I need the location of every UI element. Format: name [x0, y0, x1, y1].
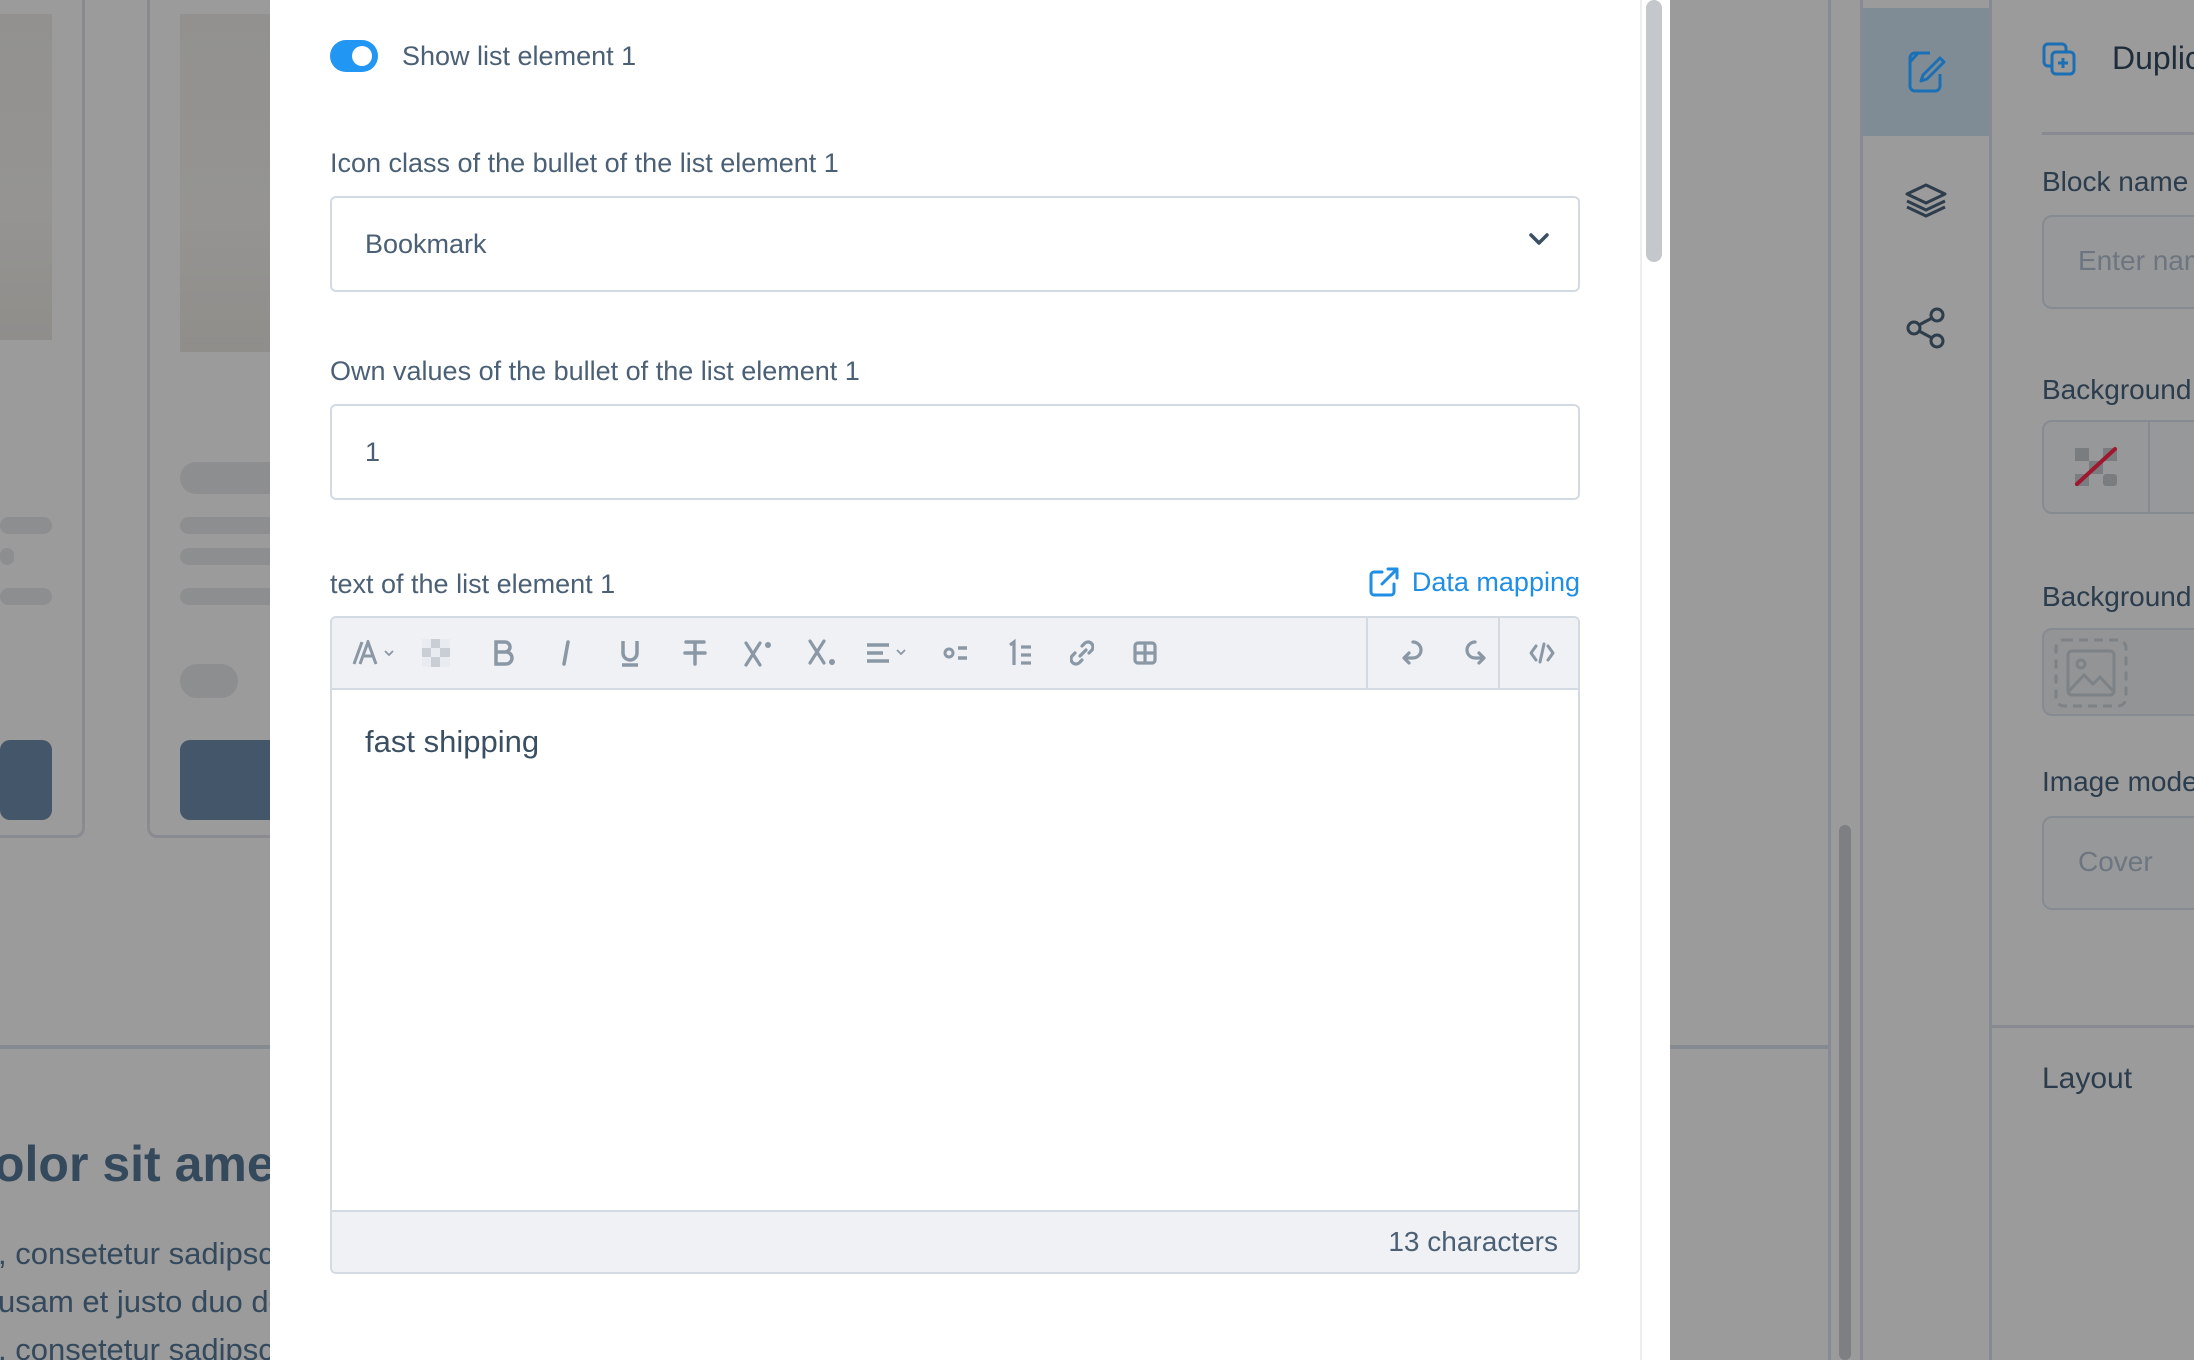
align-icon: [867, 643, 906, 663]
link-icon: [1070, 640, 1094, 666]
table-icon: [1133, 641, 1157, 665]
editor-status-bar: 13 characters: [332, 1210, 1578, 1272]
divider: [2042, 132, 2194, 135]
editor-content-area[interactable]: fast shipping: [332, 690, 1578, 1210]
font-size-icon: [352, 640, 394, 665]
layers-icon: [1905, 183, 1947, 218]
data-mapping-label: Data mapping: [1411, 566, 1580, 597]
superscript-button[interactable]: [736, 618, 780, 688]
underline-icon: [621, 641, 639, 667]
background-color-picker[interactable]: [2042, 420, 2194, 514]
image-placeholder-icon: [2054, 638, 2128, 708]
section-heading: olor sit ame: [0, 1136, 275, 1192]
canvas-scrollbar[interactable]: [1839, 825, 1851, 1360]
subscript-button[interactable]: [800, 618, 844, 688]
list-element-settings-modal: Show list element 1 Icon class of the bu…: [270, 0, 1670, 1360]
share-icon: [1906, 307, 1945, 349]
source-code-button[interactable]: [1520, 618, 1564, 688]
rich-text-editor: fast shipping 13 characters: [330, 616, 1580, 1274]
duplicate-label: Duplic: [2112, 40, 2194, 76]
strikethrough-icon: [683, 640, 707, 666]
product-card-button: [0, 740, 52, 820]
redo-button[interactable]: [1456, 618, 1496, 688]
bold-icon: [494, 640, 514, 666]
modal-scroll-track: [1640, 0, 1642, 1360]
align-button[interactable]: [862, 618, 918, 688]
image-mode-value: Cover: [2078, 846, 2153, 877]
font-size-button[interactable]: [350, 618, 406, 688]
placeholder-line: [0, 517, 52, 534]
placeholder-line: [180, 664, 238, 698]
numbered-list-icon: [1009, 639, 1031, 665]
own-values-value: 1: [365, 436, 381, 467]
duplicate-icon: [2042, 42, 2076, 75]
placeholder-line: [0, 588, 52, 605]
divider: [1992, 1025, 2194, 1028]
numbered-list-button[interactable]: [1000, 618, 1040, 688]
icon-class-value: Bookmark: [365, 228, 487, 259]
bullet-list-button[interactable]: [936, 618, 976, 688]
rail-item-edit[interactable]: [1863, 8, 1989, 136]
placeholder-line: [0, 548, 14, 565]
rail-item-share[interactable]: [1863, 264, 1989, 392]
properties-panel: Duplic Block name Enter nam Background c…: [1992, 0, 2194, 1360]
layout-section-title[interactable]: Layout: [2042, 1062, 2132, 1096]
toolbar-divider: [1366, 618, 1368, 688]
editor-paragraph: fast shipping: [365, 724, 540, 759]
italic-icon: [562, 640, 570, 666]
highlight-icon: [422, 639, 450, 667]
character-count: 13 characters: [1388, 1226, 1558, 1257]
icon-class-label: Icon class of the bullet of the list ele…: [330, 148, 839, 178]
block-name-input[interactable]: Enter nam: [2042, 215, 2194, 309]
table-button[interactable]: [1125, 618, 1165, 688]
strikethrough-button[interactable]: [675, 618, 715, 688]
bullet-list-icon: [943, 646, 967, 660]
canvas-border: [1828, 0, 1831, 1360]
image-mode-select[interactable]: Cover: [2042, 816, 2194, 910]
icon-class-select[interactable]: Bookmark: [330, 196, 1580, 292]
sidebar-rail: [1860, 0, 1992, 1360]
bold-button[interactable]: [484, 618, 524, 688]
toolbar-divider: [1498, 618, 1500, 688]
background-color-label: Background c: [2042, 374, 2194, 405]
underline-button[interactable]: [610, 618, 650, 688]
superscript-icon: [744, 641, 771, 667]
show-list-element-label: Show list element 1: [402, 40, 637, 71]
background-image-label: Background i: [2042, 581, 2194, 612]
own-values-input[interactable]: 1: [330, 404, 1580, 500]
section-text-line: , consetetur sadipsci: [0, 1332, 281, 1360]
no-color-icon: [2075, 447, 2117, 486]
highlight-button[interactable]: [418, 618, 454, 688]
link-button[interactable]: [1062, 618, 1102, 688]
undo-button[interactable]: [1392, 618, 1432, 688]
no-color-swatch[interactable]: [2044, 422, 2150, 512]
product-image: [0, 14, 52, 340]
subscript-icon: [808, 639, 835, 665]
block-name-placeholder: Enter nam: [2078, 245, 2194, 276]
data-mapping-link[interactable]: Data mapping: [1368, 566, 1580, 598]
rail-item-layers[interactable]: [1863, 136, 1989, 264]
chevron-down-icon: [1529, 233, 1549, 245]
modal-scrollbar[interactable]: [1646, 0, 1662, 262]
source-code-icon: [1529, 642, 1555, 664]
redo-icon: [1465, 640, 1486, 665]
external-link-icon: [1369, 567, 1399, 597]
show-list-element-row: Show list element 1: [330, 40, 636, 72]
editor-toolbar: [332, 618, 1578, 690]
own-values-label: Own values of the bullet of the list ele…: [330, 356, 860, 386]
show-list-element-toggle[interactable]: [330, 40, 378, 72]
list-text-label: text of the list element 1: [330, 569, 616, 599]
section-text-line: usam et justo duo do: [0, 1284, 286, 1319]
section-text-line: , consetetur sadipsci: [0, 1236, 281, 1271]
image-mode-label: Image mode: [2042, 766, 2194, 797]
undo-icon: [1402, 640, 1423, 665]
italic-button[interactable]: [546, 618, 586, 688]
background-image-picker[interactable]: [2042, 628, 2194, 716]
block-name-label: Block name: [2042, 166, 2189, 197]
duplicate-block-action[interactable]: Duplic: [2042, 40, 2194, 77]
edit-document-icon: [1908, 51, 1946, 93]
